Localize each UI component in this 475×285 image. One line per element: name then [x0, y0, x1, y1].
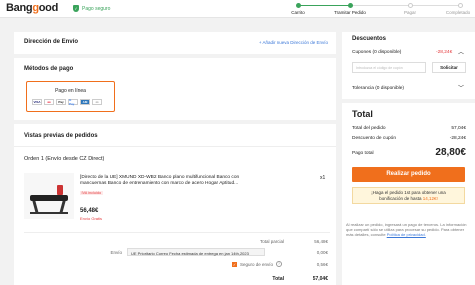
- step-label-checkout: Tramitar Pedido: [334, 10, 366, 15]
- coupon-code-input[interactable]: Introduzca el código de cupón: [352, 62, 426, 73]
- order-total-label: Total: [272, 276, 284, 282]
- subtotal-label: Total parcial: [259, 239, 284, 244]
- pay-total-value: 28,80€: [435, 147, 466, 158]
- pay-total-label: Pago total: [352, 151, 374, 156]
- info-icon[interactable]: ?: [276, 261, 282, 267]
- product-name-line2[interactable]: mancuernas Banco de entrenamiento con ma…: [80, 181, 238, 186]
- coupon-discount-row-value: -28,24€: [449, 136, 466, 141]
- google-pay-icon: G Pay: [68, 98, 78, 106]
- product-image[interactable]: [24, 173, 74, 219]
- vat-included-badge: IVA incluido: [80, 191, 103, 195]
- banggood-logo[interactable]: Banggood: [6, 2, 58, 14]
- order-total-row-label: Total del pedido: [352, 126, 386, 131]
- apply-coupon-button[interactable]: Solicitar: [432, 62, 466, 73]
- apple-pay-icon: Pay: [56, 99, 66, 105]
- order-total-value: 57,04€: [312, 276, 328, 282]
- tolerance-label[interactable]: Tolerancia (0 disponible): [352, 86, 404, 91]
- top-bar: Banggood ✓ Pago seguro Carrito Tramitar …: [0, 0, 475, 18]
- card-icons: VISA ●● Pay G Pay AM ▭: [32, 98, 102, 106]
- add-address-link[interactable]: + Añadir nueva Dirección de Envío: [259, 40, 328, 45]
- divider: [14, 146, 336, 147]
- divider: [24, 232, 330, 233]
- insurance-label: Seguro de envío: [240, 262, 274, 267]
- shipping-method-value: UE Prioritario Correo Fecha estimada de …: [131, 250, 249, 256]
- step-dot-cart: [296, 3, 301, 8]
- checkout-progress: Carrito Tramitar Pedido Pagar Completado: [290, 2, 470, 16]
- place-order-button[interactable]: Realizar pedido: [352, 167, 465, 182]
- coupon-code-placeholder: Introduzca el código de cupón: [356, 66, 403, 70]
- chevron-down-icon[interactable]: ﹀: [458, 83, 464, 92]
- online-payment-label: Pago en línea: [55, 88, 86, 94]
- coupon-discount-value: -28,24€: [436, 50, 453, 55]
- subtotal-value: 56,48€: [314, 239, 328, 244]
- coupon-discount-row-label: Descuento de cupón: [352, 136, 397, 141]
- step-label-pay: Pagar: [403, 10, 417, 15]
- total-title: Total: [352, 109, 373, 119]
- step-label-complete: Completado: [445, 10, 471, 15]
- chevron-up-icon[interactable]: ︿: [458, 47, 464, 56]
- shipping-address-card: Dirección de Envío + Añadir nueva Direcc…: [14, 32, 336, 54]
- amex-icon: AM: [80, 99, 90, 105]
- progress-line-todo: [350, 5, 460, 6]
- insurance-value: 0,56€: [316, 262, 328, 267]
- visa-icon: VISA: [32, 99, 42, 105]
- online-payment-option[interactable]: Pago en línea VISA ●● Pay G Pay AM ▭: [26, 81, 115, 112]
- step-dot-pay: [408, 3, 413, 8]
- product-quantity: x1: [320, 175, 326, 181]
- shipping-value: 0,00€: [316, 250, 328, 255]
- shield-check-icon: ✓: [73, 5, 79, 12]
- shipping-address-title: Dirección de Envío: [24, 39, 79, 45]
- step-dot-checkout: [348, 3, 353, 8]
- order-title: Orden 1 (Envío desde CZ Direct): [24, 156, 105, 162]
- insurance-checkbox[interactable]: ✓: [232, 262, 237, 267]
- privacy-policy-link[interactable]: Política de privacidad.: [387, 232, 426, 237]
- shipping-label: Envío: [110, 250, 122, 255]
- free-shipping-label: Envío Gratis: [80, 216, 103, 221]
- step-label-cart: Carrito: [291, 10, 305, 15]
- promo-line2-text: bonificación de hasta: [379, 195, 423, 201]
- progress-line-done: [298, 5, 350, 6]
- product-name-line1[interactable]: [Directo de la UE] XMUND XD-WB2 Banco pl…: [80, 175, 239, 180]
- payment-methods-title: Métodos de pago: [24, 66, 74, 72]
- first-order-promo: ¡Haga el pedido 1st para obtener una bon…: [352, 187, 465, 204]
- promo-amount: 14,12€!: [422, 195, 438, 201]
- product-price: 56,48€: [80, 208, 99, 214]
- promo-line2: bonificación de hasta 14,12€!: [361, 196, 456, 202]
- secure-label: Pago seguro: [82, 5, 111, 12]
- legal-notice: Al realizar un pedido, ingresará un pago…: [346, 222, 469, 237]
- bench-pad-shape: [57, 185, 63, 195]
- step-dot-complete: [458, 3, 463, 8]
- bench-foot-shape: [30, 212, 68, 214]
- bank-card-icon: ▭: [92, 99, 102, 105]
- order-total-row-value: 57,04€: [451, 126, 466, 131]
- coupons-label[interactable]: Cupones (0 disponible): [352, 50, 401, 55]
- discounts-title: Descuentos: [352, 36, 387, 42]
- secure-payment-badge: ✓ Pago seguro: [73, 5, 110, 12]
- order-preview-title: Vistas previas de pedidos: [24, 133, 98, 139]
- shipping-method-select[interactable]: UE Prioritario Correo Fecha estimada de …: [127, 248, 265, 256]
- mastercard-icon: ●●: [44, 99, 54, 105]
